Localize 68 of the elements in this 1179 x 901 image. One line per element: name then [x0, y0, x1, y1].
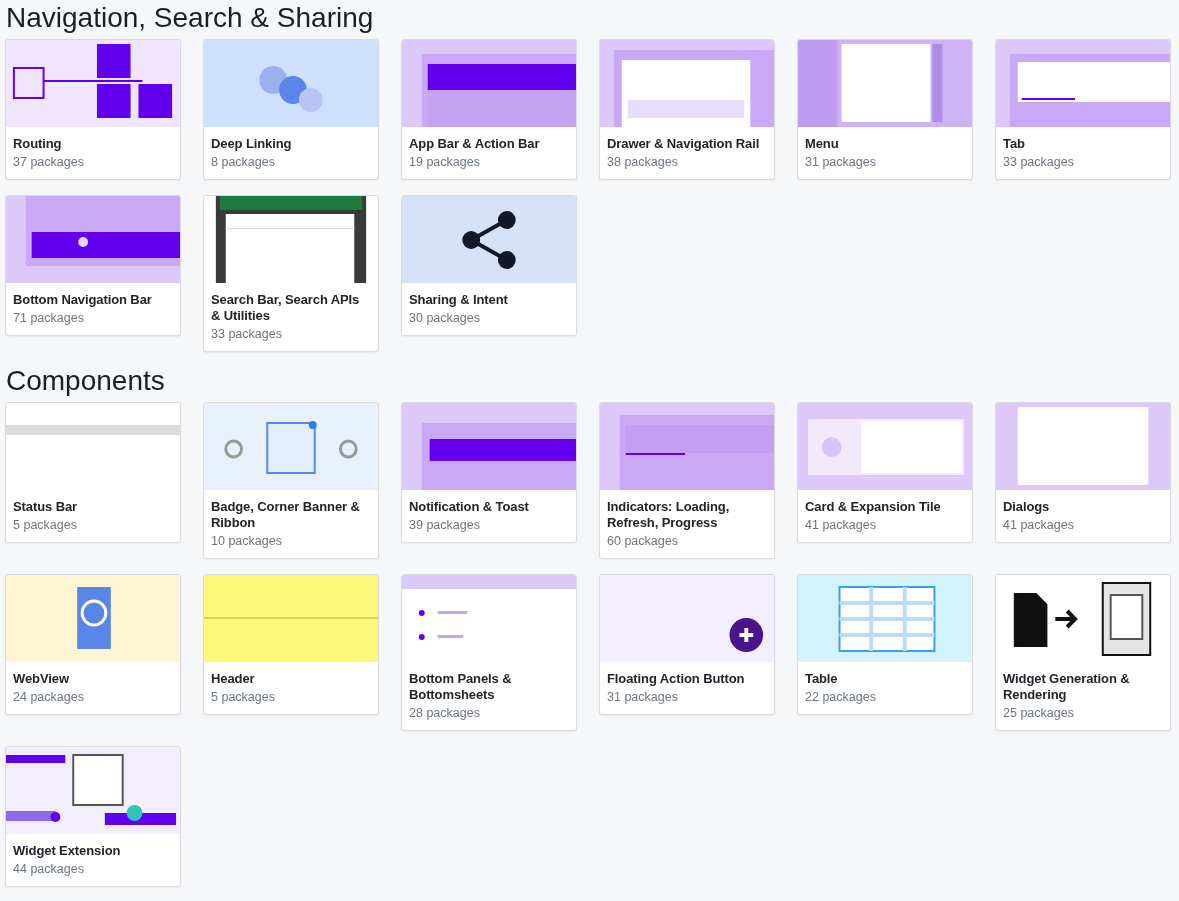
package-count: 41 packages [805, 517, 877, 534]
category-name: Widget Generation & Rendering [1003, 671, 1131, 703]
category-card[interactable]: Indicators: Loading, Refresh, Progress 60 packages [599, 402, 775, 559]
category-name: Badge, Corner Banner & Ribbon [211, 499, 361, 531]
section-heading: Navigation, Search & Sharing [6, 1, 375, 35]
package-count: 10 packages [211, 533, 283, 550]
category-name: Menu [805, 136, 840, 152]
category-name: Deep Linking [211, 136, 293, 152]
category-name: Notification & Toast [409, 499, 530, 515]
category-card[interactable]: Widget Generation & Rendering 25 packages [995, 574, 1171, 731]
category-name: Widget Extension [13, 843, 122, 859]
category-card[interactable]: Badge, Corner Banner & Ribbon 10 packages [203, 402, 379, 559]
category-card[interactable]: Menu 31 packages [797, 39, 973, 180]
category-card[interactable]: Floating Action Button 31 packages [599, 574, 775, 715]
category-card[interactable]: Bottom Panels & Bottomsheets 28 packages [401, 574, 577, 731]
category-name: Dialogs [1003, 499, 1051, 515]
package-count: 38 packages [607, 154, 679, 171]
category-card[interactable]: Widget Extension 44 packages [5, 746, 181, 887]
package-count: 31 packages [805, 154, 877, 171]
category-name: Bottom Panels & Bottomsheets [409, 671, 513, 703]
category-name: Card & Expansion Tile [805, 499, 942, 515]
category-card[interactable]: Notification & Toast 39 packages [401, 402, 577, 543]
package-count: 24 packages [13, 689, 85, 706]
package-count: 44 packages [13, 861, 85, 878]
package-count: 28 packages [409, 705, 481, 722]
category-card[interactable]: Drawer & Navigation Rail 38 packages [599, 39, 775, 180]
category-name: Routing [13, 136, 63, 152]
package-count: 19 packages [409, 154, 481, 171]
category-name: WebView [13, 671, 70, 687]
category-card[interactable]: Tab 33 packages [995, 39, 1171, 180]
category-card[interactable]: Bottom Navigation Bar 71 packages [5, 195, 181, 336]
section-heading: Components [6, 364, 166, 398]
package-count: 33 packages [1003, 154, 1075, 171]
category-name: App Bar & Action Bar [409, 136, 541, 152]
category-card[interactable]: Card & Expansion Tile 41 packages [797, 402, 973, 543]
category-card[interactable]: Search Bar, Search APIs & Utilities 33 packages [203, 195, 379, 352]
package-count: 5 packages [211, 689, 276, 706]
package-count: 37 packages [13, 154, 85, 171]
category-card[interactable]: App Bar & Action Bar 19 packages [401, 39, 577, 180]
category-card[interactable]: Dialogs 41 packages [995, 402, 1171, 543]
category-name: Floating Action Button [607, 671, 746, 687]
category-card[interactable]: Routing 37 packages [5, 39, 181, 180]
category-name: Tab [1003, 136, 1026, 152]
category-name: Indicators: Loading, Refresh, Progress [607, 499, 731, 531]
package-count: 5 packages [13, 517, 78, 534]
package-count: 60 packages [607, 533, 679, 550]
category-card[interactable]: WebView 24 packages [5, 574, 181, 715]
package-count: 8 packages [211, 154, 276, 171]
category-name: Table [805, 671, 839, 687]
category-card[interactable]: Table 22 packages [797, 574, 973, 715]
package-count: 71 packages [13, 310, 85, 327]
category-name: Drawer & Navigation Rail [607, 136, 761, 152]
package-count: 41 packages [1003, 517, 1075, 534]
category-name: Bottom Navigation Bar [13, 292, 153, 308]
category-name: Search Bar, Search APIs & Utilities [211, 292, 361, 324]
category-name: Header [211, 671, 256, 687]
category-card[interactable]: Sharing & Intent 30 packages [401, 195, 577, 336]
package-count: 22 packages [805, 689, 877, 706]
category-card[interactable]: Status Bar 5 packages [5, 402, 181, 543]
category-name: Status Bar [13, 499, 79, 515]
category-name: Sharing & Intent [409, 292, 509, 308]
package-count: 33 packages [211, 326, 283, 343]
package-count: 31 packages [607, 689, 679, 706]
package-count: 30 packages [409, 310, 481, 327]
package-count: 39 packages [409, 517, 481, 534]
category-card[interactable]: Header 5 packages [203, 574, 379, 715]
package-count: 25 packages [1003, 705, 1075, 722]
category-card[interactable]: Deep Linking 8 packages [203, 39, 379, 180]
